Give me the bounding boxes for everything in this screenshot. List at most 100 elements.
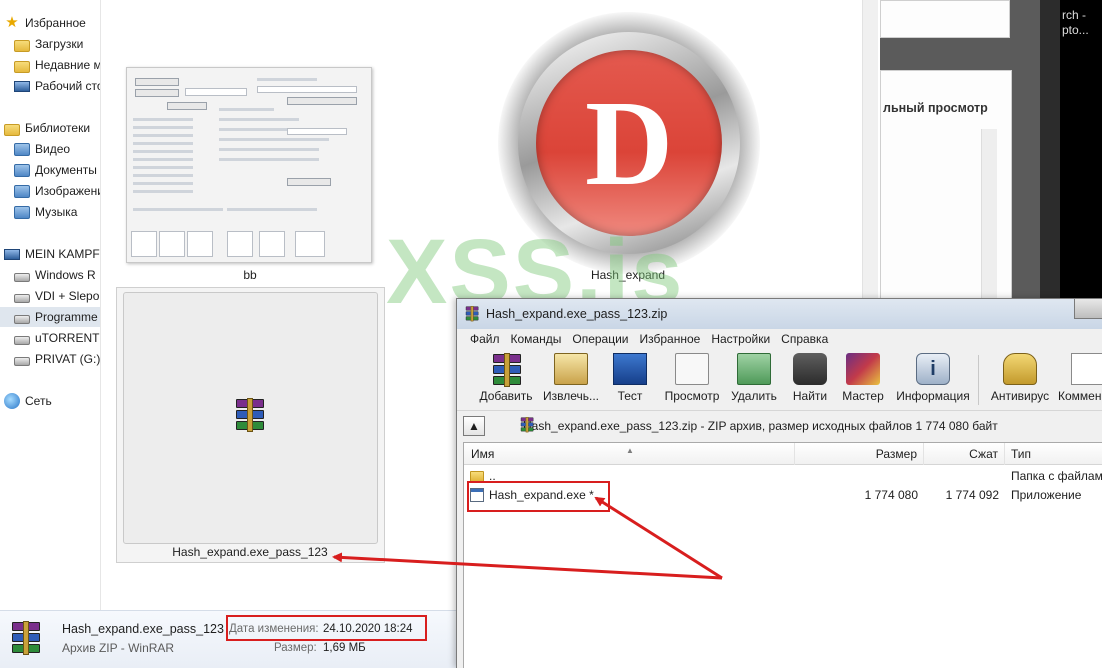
thumb-mini-button xyxy=(135,89,179,97)
column-header-packed[interactable]: Сжат xyxy=(924,443,1005,465)
hash-expand-logo-icon[interactable]: D xyxy=(498,12,760,274)
thumb-mini-line xyxy=(133,174,193,177)
thumb-mini-button xyxy=(167,102,207,110)
find-button[interactable]: Найти xyxy=(788,353,832,409)
file-thumbnail-bb[interactable] xyxy=(126,67,372,263)
thumb-mini-line xyxy=(133,190,193,193)
nav-computer[interactable]: MEIN KAMPF xyxy=(4,244,100,264)
thumb-mini-field xyxy=(185,88,247,96)
thumb-mini-line xyxy=(133,134,193,137)
images-library-icon xyxy=(14,184,30,198)
nav-downloads[interactable]: Загрузки xyxy=(14,34,100,54)
menu-favorites[interactable]: Избранное xyxy=(640,332,701,346)
background-edge xyxy=(1040,0,1060,300)
nav-network[interactable]: Сеть xyxy=(4,391,100,411)
drive-icon xyxy=(14,315,30,324)
nav-drive-privat[interactable]: PRIVAT (G:) xyxy=(14,349,100,369)
thumb-mini-button xyxy=(287,178,331,186)
thumb-mini-line xyxy=(219,108,274,111)
test-button[interactable]: Тест xyxy=(608,353,652,409)
column-header-type[interactable]: Тип xyxy=(1005,443,1102,465)
thumb-mini-line xyxy=(133,158,193,161)
winrar-path-bar: ▲ Hash_expand.exe_pass_123.zip - ZIP арх… xyxy=(463,415,1102,437)
add-archive-icon xyxy=(489,353,523,387)
thumb-mini-line xyxy=(133,126,193,129)
annotation-box-date xyxy=(226,615,427,641)
console-text: rch - pto... xyxy=(1062,8,1089,37)
details-file-name: Hash_expand.exe_pass_123 xyxy=(62,622,224,636)
wizard-icon xyxy=(846,353,880,385)
nav-documents[interactable]: Документы xyxy=(14,160,100,180)
thumb-mini-button xyxy=(287,97,357,105)
thumb-mini-field xyxy=(295,231,325,257)
menu-settings[interactable]: Настройки xyxy=(711,332,770,346)
up-arrow-icon: ▲ xyxy=(468,419,480,433)
thumb-mini-line xyxy=(227,208,317,211)
winrar-archive-icon xyxy=(8,621,44,655)
thumb-mini-field xyxy=(259,231,285,257)
comment-button[interactable]: Коммен xyxy=(1058,353,1102,409)
thumb-mini-line xyxy=(257,78,317,81)
file-label-selected[interactable]: Hash_expand.exe_pass_123 xyxy=(150,545,350,559)
info-button[interactable]: i Информация xyxy=(894,353,972,409)
thumb-mini-field xyxy=(287,128,347,135)
thumb-mini-line xyxy=(133,208,223,211)
column-header-size[interactable]: Размер xyxy=(795,443,924,465)
thumb-mini-line xyxy=(133,142,193,145)
nav-video[interactable]: Видео xyxy=(14,139,100,159)
archive-path-text: Hash_expand.exe_pass_123.zip - ZIP архив… xyxy=(523,419,998,433)
file-list-header: Имя ▲ Размер Сжат Тип xyxy=(464,443,1102,465)
nav-drive-vdi[interactable]: VDI + Slepok xyxy=(14,286,100,306)
tile-preview xyxy=(123,292,378,544)
thumb-mini-line xyxy=(133,182,193,185)
nav-music[interactable]: Музыка xyxy=(14,202,100,222)
computer-icon xyxy=(4,249,20,260)
nav-images[interactable]: Изображения xyxy=(14,181,100,201)
antivirus-icon xyxy=(1003,353,1037,385)
network-icon xyxy=(4,393,20,409)
nav-libraries[interactable]: Библиотеки xyxy=(4,118,100,138)
file-label-bb[interactable]: bb xyxy=(200,268,300,282)
logo-core: D xyxy=(536,50,722,236)
winrar-title-bar[interactable]: Hash_expand.exe_pass_123.zip xyxy=(457,299,1102,329)
view-button[interactable]: Просмотр xyxy=(661,353,723,409)
wizard-button[interactable]: Мастер xyxy=(838,353,888,409)
preview-panel: льный просмотр xyxy=(880,70,1012,300)
drive-icon xyxy=(14,357,30,366)
winrar-archive-icon xyxy=(232,398,268,432)
nav-favorites[interactable]: ★ Избранное xyxy=(4,13,100,33)
nav-drive-utorrent[interactable]: uTORRENT xyxy=(14,328,100,348)
nav-desktop[interactable]: Рабочий стол xyxy=(14,76,100,96)
view-glasses-icon xyxy=(675,353,709,385)
find-binoculars-icon xyxy=(793,353,827,385)
antivirus-button[interactable]: Антивирус xyxy=(988,353,1052,409)
file-label-hash-expand[interactable]: Hash_expand xyxy=(560,268,696,282)
nav-drive-programme[interactable]: Programme xyxy=(0,307,100,327)
thumb-mini-line xyxy=(219,138,329,141)
column-header-name[interactable]: Имя ▲ xyxy=(464,443,795,465)
menu-operations[interactable]: Операции xyxy=(572,332,628,346)
thumb-mini-button xyxy=(135,78,179,86)
add-button[interactable]: Добавить xyxy=(478,353,534,409)
star-icon: ★ xyxy=(5,14,19,31)
nav-recent[interactable]: Недавние места xyxy=(14,55,100,75)
menu-file[interactable]: Файл xyxy=(470,332,500,346)
up-folder-button[interactable]: ▲ xyxy=(463,416,485,436)
window-control-button[interactable] xyxy=(1074,299,1102,319)
winrar-toolbar: Добавить Извлечь... Тест Просмотр Удалит… xyxy=(457,349,1102,411)
menu-commands[interactable]: Команды xyxy=(511,332,562,346)
logo-letter: D xyxy=(584,76,674,211)
file-tile-selected[interactable] xyxy=(116,287,385,563)
downloads-folder-icon xyxy=(14,39,30,52)
delete-button[interactable]: Удалить xyxy=(729,353,779,409)
comment-icon xyxy=(1071,353,1102,385)
extract-button[interactable]: Извлечь... xyxy=(541,353,601,409)
preview-scrollbar[interactable] xyxy=(981,129,997,299)
menu-help[interactable]: Справка xyxy=(781,332,828,346)
nav-drive-windows[interactable]: Windows R xyxy=(14,265,100,285)
libraries-icon xyxy=(4,123,20,136)
thumb-mini-line xyxy=(133,150,193,153)
annotation-box-exe xyxy=(467,481,610,512)
thumb-mini-line xyxy=(133,118,193,121)
drive-icon xyxy=(14,336,30,345)
